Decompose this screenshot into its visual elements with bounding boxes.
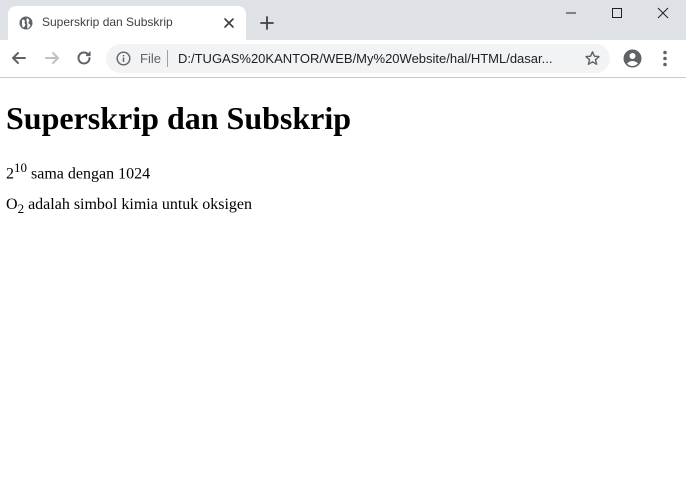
browser-window: Superskrip dan Subskrip File D:/TUGAS%20…	[0, 0, 686, 487]
window-close-button[interactable]	[640, 0, 686, 28]
chem-base: O	[6, 196, 18, 213]
bookmark-star-icon[interactable]	[584, 50, 601, 67]
power-text: sama dengan 1024	[27, 165, 151, 183]
page-content: Superskrip dan Subskrip 210 sama dengan …	[0, 78, 686, 487]
kebab-menu-icon[interactable]	[657, 49, 673, 68]
power-base: 2	[6, 165, 14, 183]
reload-icon[interactable]	[74, 48, 94, 68]
close-icon[interactable]	[222, 16, 236, 30]
new-tab-plus-icon[interactable]	[258, 14, 276, 32]
chem-text: adalah simbol kimia untuk oksigen	[24, 196, 253, 213]
minimize-icon	[566, 12, 576, 14]
maximize-icon	[612, 8, 622, 18]
profile-avatar-icon[interactable]	[623, 49, 642, 68]
power-exponent: 10	[14, 160, 27, 175]
minimize-button[interactable]	[548, 0, 594, 28]
tab-strip: Superskrip dan Subskrip	[0, 0, 686, 40]
scheme-label: File	[140, 51, 161, 66]
url-text[interactable]: D:/TUGAS%20KANTOR/WEB/My%20Website/hal/H…	[178, 51, 578, 66]
window-close-icon	[657, 7, 669, 19]
forward-arrow-icon[interactable]	[42, 48, 62, 68]
back-arrow-icon[interactable]	[9, 48, 29, 68]
page-heading: Superskrip dan Subskrip	[6, 100, 352, 136]
globe-icon	[19, 16, 33, 30]
tab-active[interactable]: Superskrip dan Subskrip	[8, 6, 246, 40]
subscript-paragraph: O2 adalah simbol kimia untuk oksigen	[6, 196, 252, 217]
address-separator	[167, 50, 168, 67]
tab-title: Superskrip dan Subskrip	[42, 15, 173, 29]
info-icon[interactable]	[116, 51, 131, 66]
maximize-button[interactable]	[594, 0, 640, 28]
address-bar[interactable]: File D:/TUGAS%20KANTOR/WEB/My%20Website/…	[106, 44, 610, 73]
browser-toolbar: File D:/TUGAS%20KANTOR/WEB/My%20Website/…	[0, 40, 686, 78]
superscript-paragraph: 210 sama dengan 1024	[6, 160, 150, 183]
